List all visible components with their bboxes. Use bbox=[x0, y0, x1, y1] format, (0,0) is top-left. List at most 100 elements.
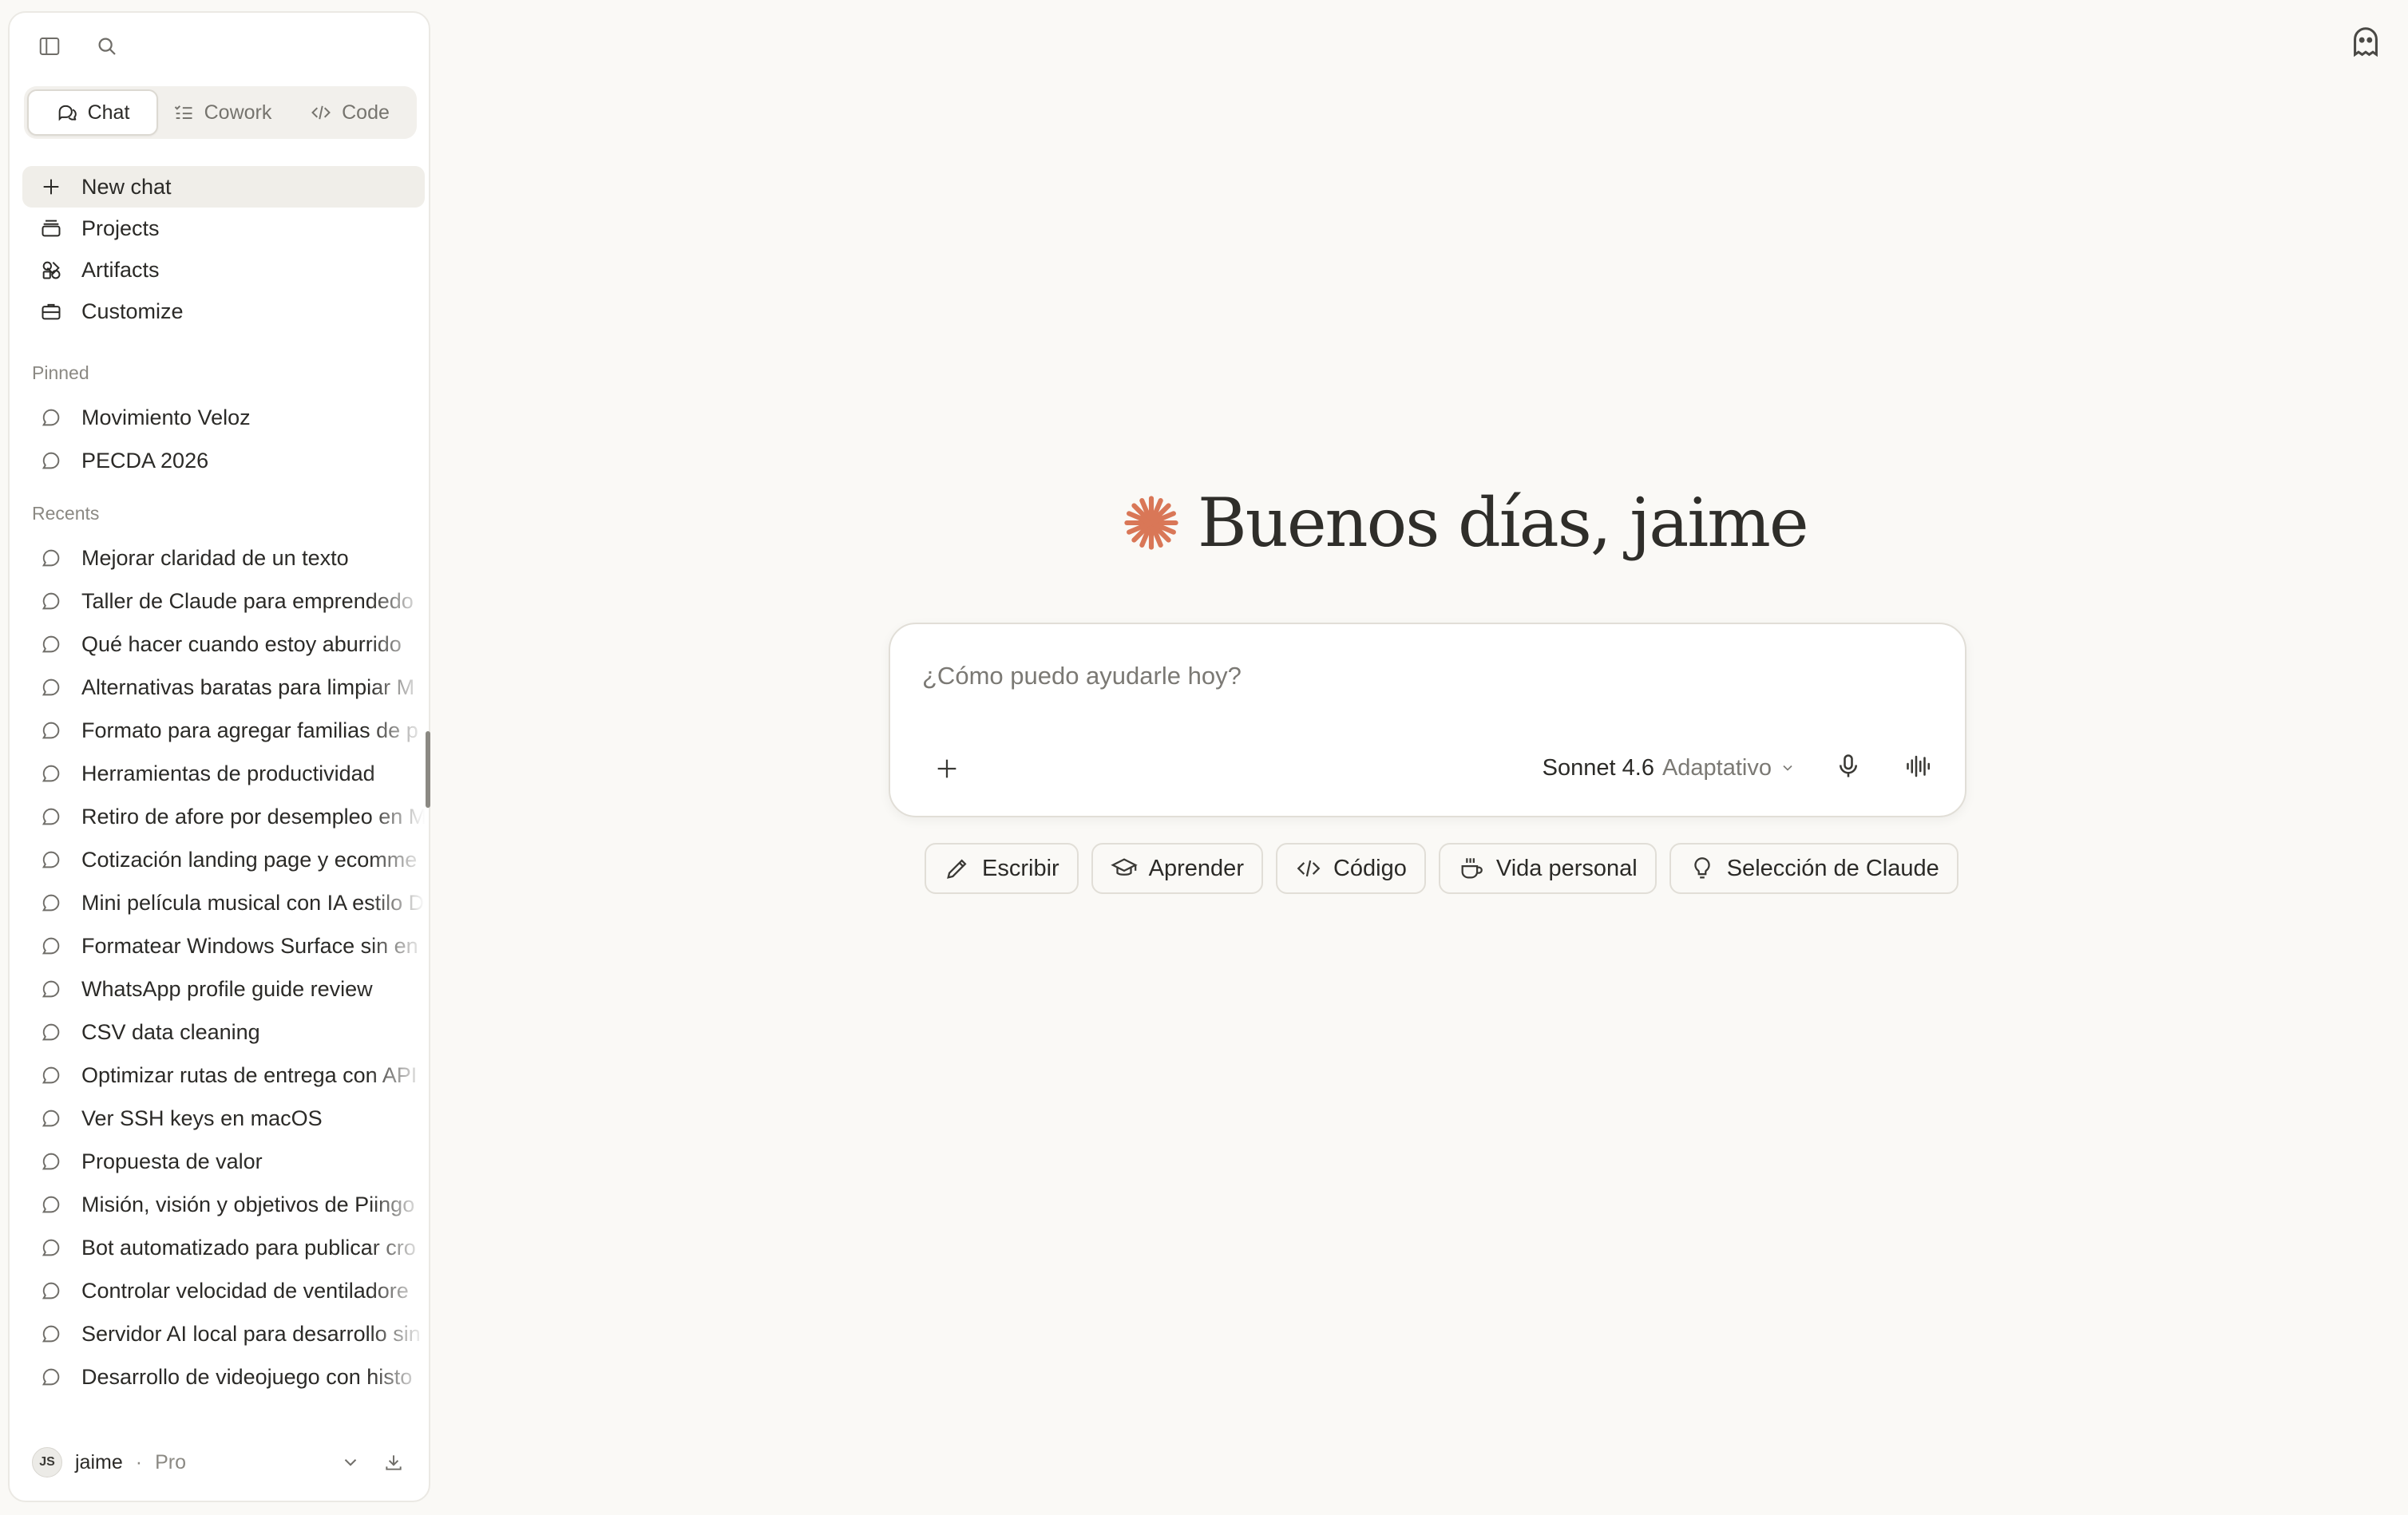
recent-chat-item[interactable]: Retiro de afore por desempleo en M bbox=[22, 795, 425, 838]
tab-code[interactable]: Code bbox=[286, 89, 414, 136]
chat-bubble-icon bbox=[42, 678, 60, 696]
chat-bubble-icon bbox=[42, 409, 60, 426]
checklist-icon bbox=[174, 105, 192, 119]
tab-cowork[interactable]: Cowork bbox=[158, 89, 286, 136]
recent-chat-item[interactable]: Herramientas de productividad bbox=[22, 752, 425, 795]
suggestion-chips: Escribir Aprender Código Vida personal S… bbox=[925, 843, 1958, 894]
recent-chat-title: Formatear Windows Surface sin en bbox=[81, 933, 418, 958]
chip-aprender[interactable]: Aprender bbox=[1091, 843, 1263, 894]
recent-chat-title: Formato para agregar familias de p bbox=[81, 718, 418, 742]
recent-chat-item[interactable]: Propuesta de valor bbox=[22, 1140, 425, 1183]
recent-chat-item[interactable]: Formato para agregar familias de p bbox=[22, 709, 425, 752]
pinned-list: Movimiento Veloz PECDA 2026 bbox=[22, 396, 425, 482]
avatar: JS bbox=[32, 1447, 62, 1477]
search-button[interactable] bbox=[88, 27, 126, 65]
model-selector[interactable]: Sonnet 4.6 Adaptativo bbox=[1543, 755, 1796, 781]
recent-chat-item[interactable]: Alternativas baratas para limpiar M bbox=[22, 666, 425, 709]
recent-chat-item[interactable]: Optimizar rutas de entrega con API bbox=[22, 1054, 425, 1097]
tab-code-label: Code bbox=[342, 101, 390, 124]
recent-chat-item[interactable]: Formatear Windows Surface sin en bbox=[22, 924, 425, 967]
pinned-chat-item[interactable]: Movimiento Veloz bbox=[22, 396, 425, 439]
account-actions bbox=[340, 1452, 417, 1473]
new-chat-button[interactable]: New chat bbox=[22, 166, 425, 208]
sidebar-item-projects[interactable]: Projects bbox=[22, 208, 425, 249]
sidebar-topbar bbox=[30, 27, 126, 65]
chat-bubble-icon bbox=[42, 722, 60, 739]
account-plan: Pro bbox=[155, 1450, 186, 1473]
download-icon[interactable] bbox=[383, 1452, 404, 1473]
recents-list: Mejorar claridad de un texto Taller de Cl… bbox=[22, 536, 425, 1398]
artifacts-icon bbox=[42, 261, 61, 279]
recent-chat-item[interactable]: Desarrollo de videojuego con histo bbox=[22, 1355, 425, 1398]
recent-chat-title: Cotización landing page y ecomme bbox=[81, 847, 418, 872]
voice-mode-button[interactable] bbox=[1904, 752, 1933, 785]
recent-chat-title: Optimizar rutas de entrega con API bbox=[81, 1062, 418, 1087]
chat-bubble-icon bbox=[42, 808, 60, 825]
recent-chat-item[interactable]: Qué hacer cuando estoy aburrido bbox=[22, 623, 425, 666]
lightbulb-icon bbox=[1694, 857, 1710, 879]
projects-icon bbox=[42, 220, 61, 237]
recent-chat-item[interactable]: Ver SSH keys en macOS bbox=[22, 1097, 425, 1140]
chat-bubble-icon bbox=[42, 765, 60, 782]
incognito-button[interactable] bbox=[2347, 24, 2384, 61]
recent-chat-item[interactable]: Servidor AI local para desarrollo sin bbox=[22, 1312, 425, 1355]
recent-chat-item[interactable]: Mejorar claridad de un texto bbox=[22, 536, 425, 579]
pinned-chat-title: Movimiento Veloz bbox=[81, 405, 251, 429]
chip-label: Vida personal bbox=[1495, 855, 1638, 881]
toggle-sidebar-button[interactable] bbox=[30, 27, 69, 65]
recent-chat-item[interactable]: Taller de Claude para emprendedo bbox=[22, 579, 425, 623]
code-icon bbox=[1297, 860, 1321, 877]
chat-bubbles-icon bbox=[58, 105, 77, 121]
account-separator: · bbox=[135, 1450, 143, 1473]
chat-bubble-icon bbox=[42, 937, 60, 955]
pinned-chat-item[interactable]: PECDA 2026 bbox=[22, 439, 425, 482]
graduation-cap-icon bbox=[1110, 858, 1138, 876]
plus-icon bbox=[937, 759, 956, 778]
sidebar: Chat Cowork Code New chat Projects Artif… bbox=[8, 11, 430, 1502]
recent-chat-title: Controlar velocidad de ventiladore bbox=[81, 1278, 409, 1303]
account-menu[interactable]: JS jaime · Pro bbox=[24, 1438, 417, 1486]
search-icon bbox=[98, 38, 116, 55]
chip-escribir[interactable]: Escribir bbox=[925, 843, 1079, 894]
chat-bubble-icon bbox=[42, 1368, 60, 1386]
recent-chat-item[interactable]: CSV data cleaning bbox=[22, 1011, 425, 1054]
recent-chat-title: Servidor AI local para desarrollo sin bbox=[81, 1321, 421, 1346]
chat-bubble-icon bbox=[42, 1325, 60, 1343]
message-input[interactable] bbox=[922, 656, 1880, 696]
recents-section-label: Recents bbox=[32, 503, 100, 524]
chat-bubble-icon bbox=[42, 851, 60, 868]
recent-chat-item[interactable]: Mini película musical con IA estilo D bbox=[22, 881, 425, 924]
chip-codigo[interactable]: Código bbox=[1275, 843, 1426, 894]
sidebar-toggle-icon bbox=[39, 38, 60, 55]
recent-chat-item[interactable]: Cotización landing page y ecomme bbox=[22, 838, 425, 881]
voice-waveform-icon bbox=[1907, 755, 1931, 777]
tab-cowork-label: Cowork bbox=[204, 101, 272, 124]
recent-chat-title: CSV data cleaning bbox=[81, 1019, 260, 1044]
sidebar-scrollbar[interactable] bbox=[426, 731, 430, 808]
add-attachment-button[interactable] bbox=[929, 750, 965, 787]
recent-chat-title: Bot automatizado para publicar cro bbox=[81, 1235, 416, 1260]
chip-seleccion-de-claude[interactable]: Selección de Claude bbox=[1669, 843, 1958, 894]
sidebar-item-artifacts[interactable]: Artifacts bbox=[22, 249, 425, 291]
recent-chat-item[interactable]: Misión, visión y objetivos de Piingo bbox=[22, 1183, 425, 1226]
sidebar-item-customize[interactable]: Customize bbox=[22, 291, 425, 332]
chevron-down-icon bbox=[1783, 765, 1792, 771]
chip-vida-personal[interactable]: Vida personal bbox=[1438, 843, 1657, 894]
chevron-down-icon[interactable] bbox=[340, 1452, 361, 1473]
recent-chat-title: Misión, visión y objetivos de Piingo bbox=[81, 1192, 415, 1216]
ghost-icon bbox=[2354, 27, 2378, 57]
chip-label: Aprender bbox=[1148, 855, 1244, 881]
recent-chat-item[interactable]: WhatsApp profile guide review bbox=[22, 967, 425, 1011]
dictation-button[interactable] bbox=[1834, 752, 1863, 785]
chip-label: Escribir bbox=[982, 855, 1059, 881]
chip-label: Código bbox=[1333, 855, 1407, 881]
tab-chat-label: Chat bbox=[87, 101, 130, 124]
chat-bubble-icon bbox=[42, 635, 60, 653]
chat-bubble-icon bbox=[42, 1196, 60, 1213]
recent-chat-item[interactable]: Bot automatizado para publicar cro bbox=[22, 1226, 425, 1269]
code-icon bbox=[311, 105, 331, 120]
tab-chat[interactable]: Chat bbox=[27, 89, 158, 136]
recent-chat-item[interactable]: Controlar velocidad de ventiladore bbox=[22, 1269, 425, 1312]
account-name: jaime bbox=[75, 1450, 123, 1473]
recent-chat-title: Mini película musical con IA estilo D bbox=[81, 890, 425, 915]
